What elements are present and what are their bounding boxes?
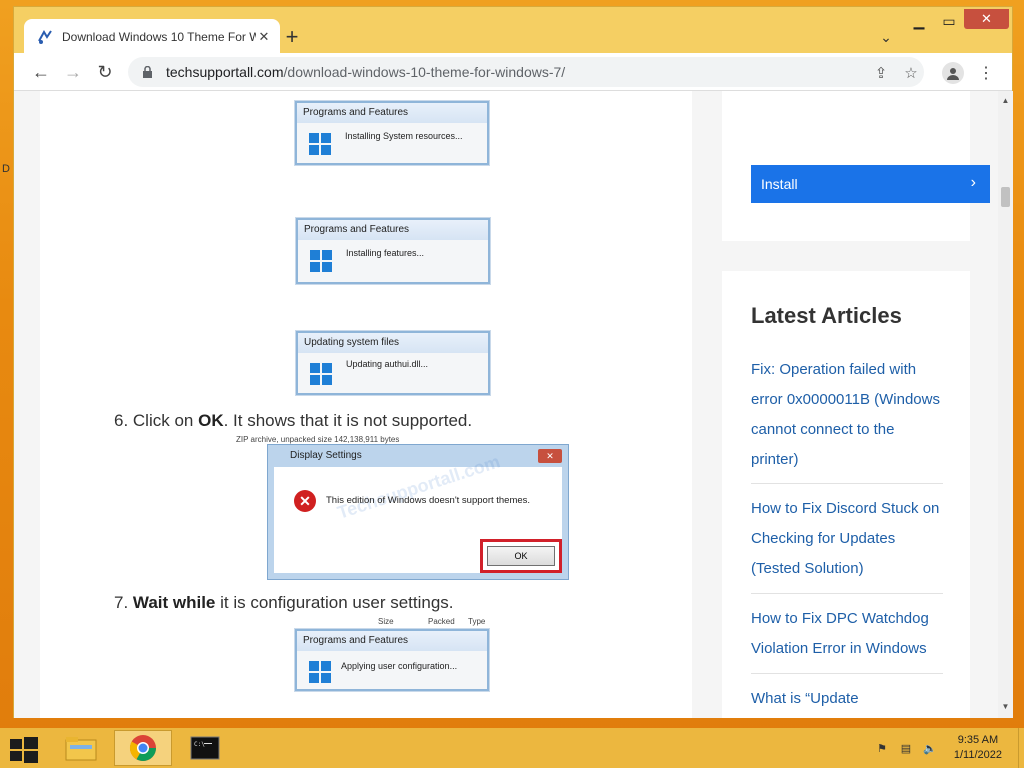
tab-search-chevron-icon[interactable]: ⌄ <box>876 27 896 47</box>
dialog-close-icon: ✕ <box>538 449 562 463</box>
screenshot-display-settings-dialog: Display Settings ✕ Techsupportall.com ✕ … <box>267 444 569 580</box>
chevron-right-icon: › <box>970 174 976 191</box>
url-host: techsupportall.com <box>166 64 284 80</box>
screenshot-programs-installing-features: Programs and Features Installing feature… <box>296 218 490 284</box>
sidebar-divider <box>751 593 943 594</box>
svg-text:C:\: C:\ <box>194 741 205 748</box>
dialog-message: Installing System resources... <box>345 131 463 141</box>
step-7-text: 7. Wait while it is configuration user s… <box>114 593 454 612</box>
screenshot-applying-user-configuration: Programs and Features Applying user conf… <box>295 629 489 691</box>
dialog-message: Installing features... <box>346 248 425 258</box>
clock-time: 9:35 AM <box>957 734 999 746</box>
dialog-title: Updating system files <box>298 333 488 353</box>
reload-icon[interactable]: ↻ <box>94 61 116 83</box>
error-icon: ✕ <box>294 490 316 512</box>
sidebar-divider <box>751 483 943 484</box>
sidebar-link-discord-updates[interactable]: How to Fix Discord Stuck on Checking for… <box>751 494 943 584</box>
taskbar: C:\ ⚑ ▤ 🔈 9:35 AM 1/11/2022 <box>0 728 1024 768</box>
url-path: /download-windows-10-theme-for-windows-7… <box>283 64 566 80</box>
scroll-down-arrow-icon[interactable]: ▼ <box>998 699 1013 713</box>
minimize-button[interactable]: ▁ <box>904 11 934 31</box>
page-viewport: Programs and Features Installing System … <box>14 91 998 718</box>
url-text: techsupportall.com/download-windows-10-t… <box>166 64 565 80</box>
ok-button: OK <box>487 546 555 566</box>
back-arrow-icon[interactable]: ← <box>30 61 52 83</box>
scroll-up-arrow-icon[interactable]: ▲ <box>998 93 1013 107</box>
lock-icon[interactable] <box>140 65 154 79</box>
screenshot-programs-installing-resources: Programs and Features Installing System … <box>295 101 489 165</box>
sidebar-link-printer-error[interactable]: Fix: Operation failed with error 0x00000… <box>751 355 943 475</box>
volume-muted-icon[interactable]: 🔈 <box>922 740 938 756</box>
command-prompt-icon[interactable]: C:\ <box>176 730 234 766</box>
windows-logo-icon <box>310 250 332 272</box>
browser-tab[interactable]: Download Windows 10 Theme For Windows 7 … <box>24 19 280 55</box>
tab-close-icon[interactable]: ✕ <box>256 29 272 45</box>
windows-logo-icon <box>309 661 331 683</box>
dialog-title: Programs and Features <box>297 631 487 651</box>
browser-menu-icon[interactable]: ⋮ <box>976 62 996 84</box>
display-settings-message: This edition of Windows doesn't support … <box>326 495 531 506</box>
new-tab-button[interactable]: + <box>280 24 304 49</box>
column-size-fragment: Size <box>378 617 394 626</box>
file-explorer-icon[interactable] <box>52 730 110 766</box>
dialog-message: Applying user configuration... <box>341 661 458 671</box>
window-close-button[interactable]: ✕ <box>964 9 1009 29</box>
show-desktop-button[interactable] <box>1018 728 1024 768</box>
scroll-thumb[interactable] <box>1001 187 1010 207</box>
windows-start-icon[interactable] <box>10 737 38 763</box>
step-6-text: 6. Click on OK. It shows that it is not … <box>114 411 473 430</box>
clock-date: 1/11/2022 <box>953 749 1002 761</box>
profile-avatar-icon[interactable] <box>942 62 964 84</box>
tab-title: Download Windows 10 Theme For Windows 7 <box>62 30 256 44</box>
network-icon[interactable]: ▤ <box>898 740 914 756</box>
display-settings-title: Display Settings <box>290 450 362 461</box>
sidebar-link-what-is-update[interactable]: What is “Update <box>751 684 943 714</box>
desktop-edge-mark: D <box>2 163 10 175</box>
install-label: Install <box>761 176 798 192</box>
browser-window: Download Windows 10 Theme For Windows 7 … <box>13 6 1013 718</box>
dialog-message: Updating authui.dll... <box>346 359 429 369</box>
sidebar-divider <box>751 673 943 674</box>
maximize-button[interactable]: ▭ <box>934 11 964 31</box>
forward-arrow-icon[interactable]: → <box>62 61 84 83</box>
browser-toolbar: ← → ↻ techsupportall.com/download-window… <box>14 53 1012 91</box>
install-button[interactable]: Install › <box>751 165 990 203</box>
column-type-fragment: Type <box>468 617 486 626</box>
zip-archive-fragment: ZIP archive, unpacked size 142,138,911 b… <box>236 435 400 444</box>
title-bar: Download Windows 10 Theme For Windows 7 … <box>14 7 1012 55</box>
ok-highlight-box: OK <box>480 539 562 573</box>
chrome-icon[interactable] <box>114 730 172 766</box>
address-bar[interactable]: techsupportall.com/download-windows-10-t… <box>128 57 924 87</box>
latest-articles-heading: Latest Articles <box>751 303 902 328</box>
windows-logo-icon <box>309 133 331 155</box>
article-content: Programs and Features Installing System … <box>40 91 692 718</box>
site-favicon-icon <box>36 28 54 46</box>
screenshot-updating-system-files: Updating system files Updating authui.dl… <box>296 331 490 395</box>
windows-logo-icon <box>310 363 332 385</box>
dialog-title: Programs and Features <box>297 103 487 123</box>
column-packed-fragment: Packed <box>428 617 455 626</box>
flag-notification-icon[interactable]: ⚑ <box>874 740 890 756</box>
vertical-scrollbar[interactable]: ▲ ▼ <box>998 91 1013 718</box>
share-icon[interactable]: ⇪ <box>872 64 890 82</box>
system-clock[interactable]: 9:35 AM 1/11/2022 <box>954 733 1002 763</box>
bookmark-star-icon[interactable]: ☆ <box>902 64 920 82</box>
sidebar-link-dpc-watchdog[interactable]: How to Fix DPC Watchdog Violation Error … <box>751 604 943 664</box>
dialog-title: Programs and Features <box>298 220 488 240</box>
